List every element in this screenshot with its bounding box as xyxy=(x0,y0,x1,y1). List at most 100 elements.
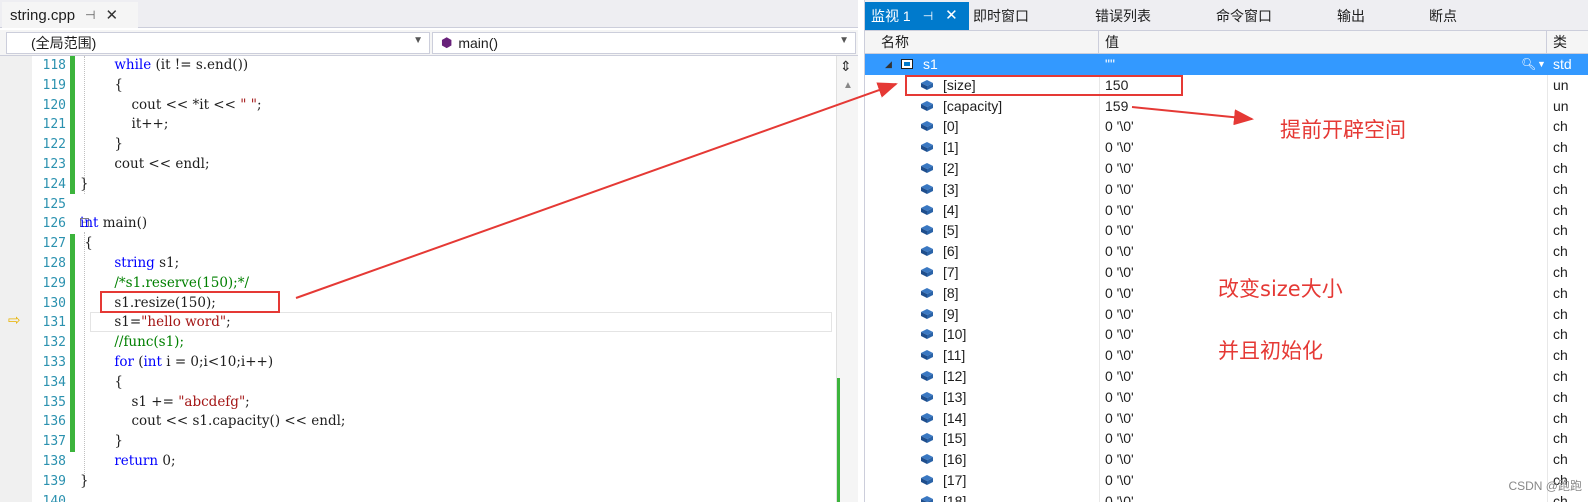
code-line[interactable] xyxy=(80,492,836,502)
watch-row[interactable]: [15] 0 '\0' ch xyxy=(865,428,1588,449)
code-token: main() xyxy=(98,215,148,232)
watch-row[interactable]: [1] 0 '\0' ch xyxy=(865,137,1588,158)
watch-type: ch xyxy=(1553,451,1568,468)
code-token: } xyxy=(80,136,123,153)
watch-row[interactable]: [12] 0 '\0' ch xyxy=(865,366,1588,387)
watch-row[interactable]: [5] 0 '\0' ch xyxy=(865,220,1588,241)
annotation-resize: 改变size大小 xyxy=(1218,277,1343,301)
code-line[interactable]: return 0; xyxy=(80,452,836,472)
pin-icon[interactable]: ⊣ xyxy=(85,8,95,22)
watch-row[interactable]: [16] 0 '\0' ch xyxy=(865,449,1588,470)
watch-row[interactable]: [17] 0 '\0' ch xyxy=(865,470,1588,491)
column-type[interactable]: 类 xyxy=(1547,31,1588,54)
watch-type: ch xyxy=(1553,201,1568,218)
code-editor: string.cpp ⊣ ✕ (全局范围) ▼ ⬢ main() ▼ ⇨ 118… xyxy=(0,0,858,502)
close-icon[interactable]: ✕ xyxy=(106,6,119,24)
line-number: 130 xyxy=(42,295,66,311)
watch-row[interactable]: [13] 0 '\0' ch xyxy=(865,387,1588,408)
watch-value: 0 '\0' xyxy=(1105,388,1134,405)
watch-type: ch xyxy=(1553,347,1568,364)
code-line[interactable]: //func(s1); xyxy=(80,333,836,353)
tab-watch-1[interactable]: 监视 1 ⊣ ✕ xyxy=(865,2,969,30)
code-token: "abcdefg" xyxy=(178,393,246,410)
watch-type: un xyxy=(1553,76,1569,93)
code-lines[interactable]: while (it != s.end()) { cout << *it << "… xyxy=(80,56,836,502)
watch-row[interactable]: [6] 0 '\0' ch xyxy=(865,241,1588,262)
split-window-icon[interactable]: ⇕ xyxy=(840,58,852,75)
watch-row[interactable]: [4] 0 '\0' ch xyxy=(865,200,1588,221)
highlight-box-resize xyxy=(100,291,280,313)
line-number: 127 xyxy=(42,236,66,252)
watch-row-root[interactable]: ◢ s1 "" 🔍︎ ▼ std xyxy=(865,54,1588,75)
code-line[interactable]: } xyxy=(80,472,836,492)
code-line[interactable]: it++; xyxy=(80,115,836,135)
watch-row[interactable]: [2] 0 '\0' ch xyxy=(865,158,1588,179)
code-line[interactable]: } xyxy=(80,135,836,155)
code-line[interactable]: { xyxy=(80,373,836,393)
watch-row[interactable]: [3] 0 '\0' ch xyxy=(865,179,1588,200)
code-line[interactable] xyxy=(80,195,836,215)
scope-dropdown-value: (全局范围) xyxy=(31,35,97,51)
function-dropdown[interactable]: ⬢ main() ▼ xyxy=(432,32,856,54)
code-token: "hello word" xyxy=(141,314,227,331)
line-numbers: 118 119 120 121 122 123 124 125 126 127 128 129 130 1… xyxy=(32,56,66,502)
chevron-down-icon[interactable]: ▼ xyxy=(1537,54,1546,75)
line-number: 121 xyxy=(42,117,66,133)
code-token: } xyxy=(80,175,89,192)
code-token: { xyxy=(80,373,123,390)
code-line[interactable]: s1 += "abcdefg"; xyxy=(80,393,836,413)
code-line[interactable]: { xyxy=(80,76,836,96)
line-number: 134 xyxy=(42,374,66,390)
scroll-up-icon[interactable]: ▲ xyxy=(843,80,853,91)
code-line[interactable]: { xyxy=(80,234,836,254)
scope-dropdown[interactable]: (全局范围) ▼ xyxy=(6,32,430,54)
code-line[interactable]: s1="hello word"; xyxy=(80,313,836,333)
tab-label: 监视 1 xyxy=(871,8,911,24)
line-number: 132 xyxy=(42,335,66,351)
code-line[interactable]: cout << *it << " "; xyxy=(80,96,836,116)
watch-type: ch xyxy=(1553,388,1568,405)
code-area[interactable]: ⇨ 118 119 120 121 122 123 124 125 126 127 128 129 13… xyxy=(0,56,836,502)
navigation-bar: (全局范围) ▼ ⬢ main() ▼ xyxy=(0,30,858,56)
code-line[interactable]: int main() xyxy=(80,214,836,234)
magnifier-icon[interactable]: 🔍︎ xyxy=(1521,54,1536,75)
column-name[interactable]: 名称 xyxy=(875,31,1099,54)
watch-row[interactable]: [18] 0 '\0' ch xyxy=(865,491,1588,502)
watch-type: un xyxy=(1553,97,1569,114)
tab-error-list[interactable]: 错误列表 xyxy=(1095,4,1151,28)
code-line[interactable]: for (int i = 0;i<10;i++) xyxy=(80,353,836,373)
column-value[interactable]: 值 xyxy=(1099,31,1547,54)
editor-scrollbar[interactable]: ⇕ ▲ xyxy=(836,56,858,502)
code-token: { xyxy=(80,235,93,252)
code-line[interactable]: cout << endl; xyxy=(80,155,836,175)
code-line[interactable]: cout << s1.capacity() << endl; xyxy=(80,412,836,432)
tab-output[interactable]: 输出 xyxy=(1337,4,1365,28)
glyph-margin[interactable]: ⇨ xyxy=(0,56,32,502)
watch-name: [capacity] xyxy=(943,97,1003,114)
tab-string-cpp[interactable]: string.cpp ⊣ ✕ xyxy=(2,2,138,28)
expand-triangle-icon[interactable]: ◢ xyxy=(885,54,892,75)
code-line[interactable]: } xyxy=(80,175,836,195)
code-line[interactable]: string s1; xyxy=(80,254,836,274)
tab-breakpoints[interactable]: 断点 xyxy=(1429,4,1457,28)
watch-column-header: 名称 值 类 xyxy=(865,30,1588,54)
watch-row[interactable]: [capacity] 159 un xyxy=(865,96,1588,117)
watch-value: 0 '\0' xyxy=(1105,263,1134,280)
watch-row[interactable]: [9] 0 '\0' ch xyxy=(865,304,1588,325)
watch-type: ch xyxy=(1553,430,1568,447)
watch-value: 0 '\0' xyxy=(1105,430,1134,447)
code-token: s1= xyxy=(80,314,142,331)
pin-icon[interactable]: ⊣ xyxy=(923,4,933,28)
watch-row[interactable]: [14] 0 '\0' ch xyxy=(865,408,1588,429)
watch-row[interactable]: [0] 0 '\0' ch xyxy=(865,116,1588,137)
code-line[interactable]: while (it != s.end()) xyxy=(80,56,836,76)
watch-value: 0 '\0' xyxy=(1105,180,1134,197)
code-token: ; xyxy=(256,96,262,113)
watch-type: ch xyxy=(1553,305,1568,322)
close-icon[interactable]: ✕ xyxy=(945,4,958,28)
tab-immediate-window[interactable]: 即时窗口 xyxy=(973,4,1029,28)
code-line[interactable]: } xyxy=(80,432,836,452)
tab-command-window[interactable]: 命令窗口 xyxy=(1216,4,1272,28)
